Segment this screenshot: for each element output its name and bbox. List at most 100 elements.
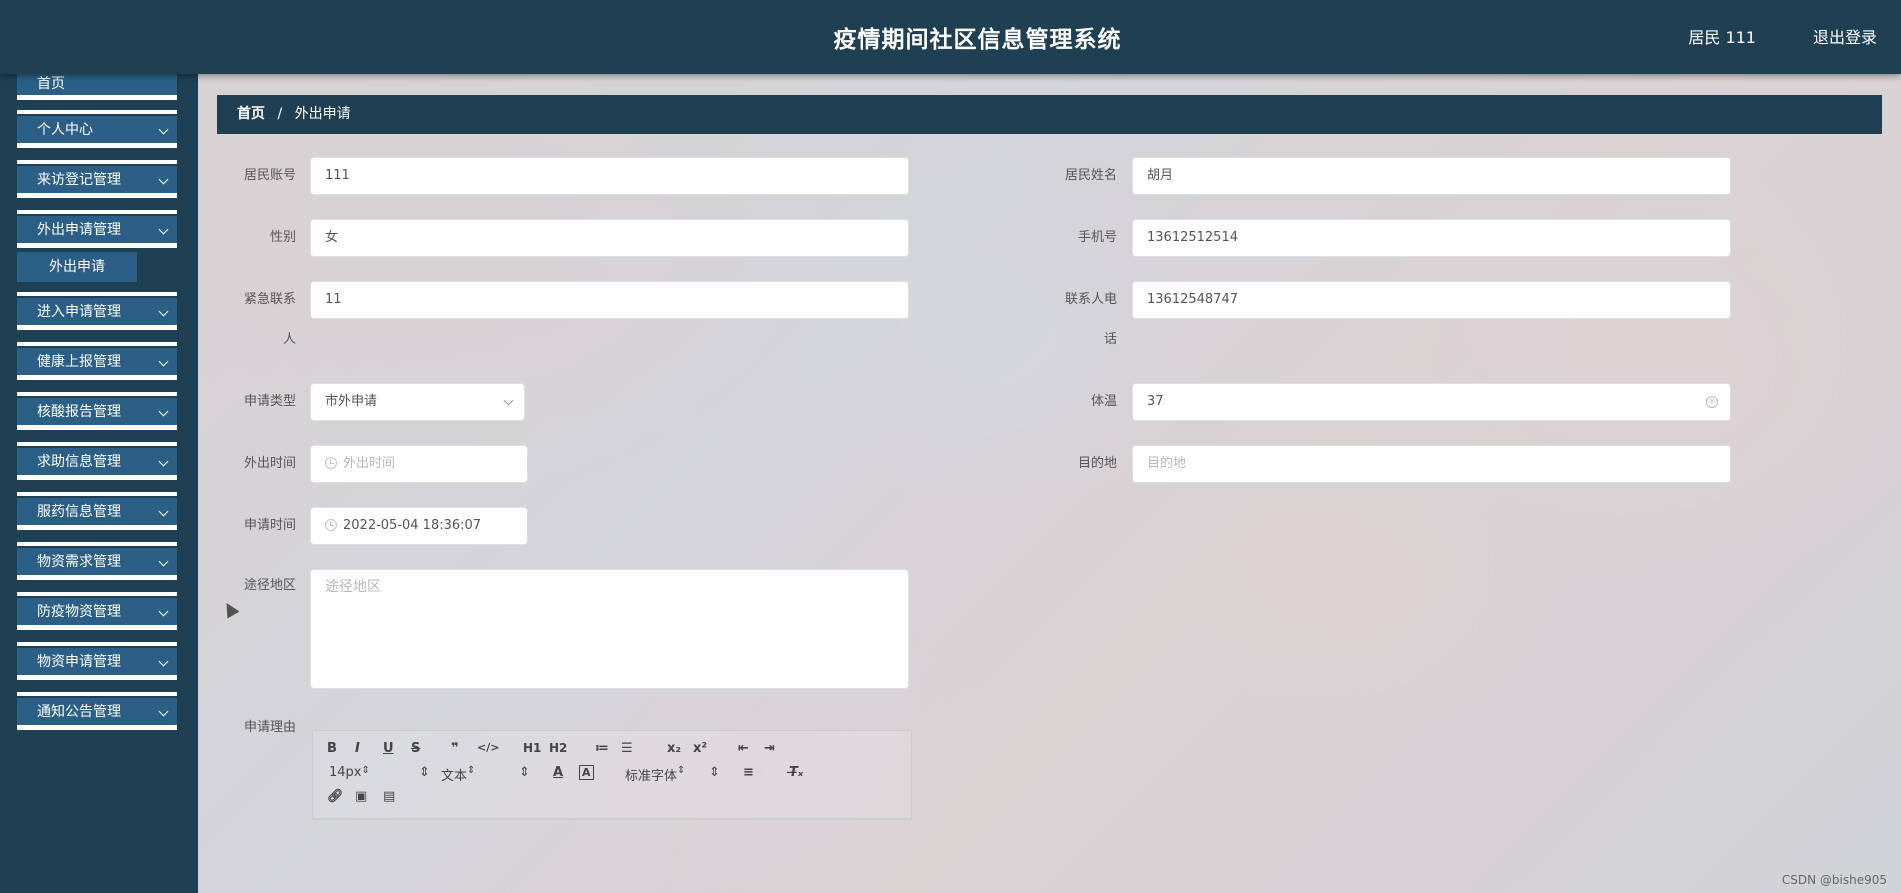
- font-size-select[interactable]: 14px ⇕: [329, 765, 430, 780]
- chevron-down-icon: [158, 506, 169, 517]
- logout-button[interactable]: 退出登录: [1813, 24, 1877, 48]
- sidebar-item-epidemic-supply[interactable]: 防疫物资管理: [17, 592, 177, 630]
- contact-phone-field[interactable]: 13612548747: [1132, 281, 1731, 319]
- code-block-button[interactable]: </>: [477, 741, 499, 754]
- clear-format-icon[interactable]: T̶ₓ: [789, 765, 803, 780]
- sidebar-item-supply-demand[interactable]: 物资需求管理: [17, 542, 177, 580]
- subscript-button[interactable]: x₂: [667, 741, 681, 756]
- contact-phone-label: 联系人电: [1064, 292, 1117, 307]
- sidebar-item-entry[interactable]: 进入申请管理: [17, 292, 177, 330]
- sidebar-item-medicine[interactable]: 服药信息管理: [17, 492, 177, 530]
- temperature-label: 体温: [1090, 394, 1117, 409]
- name-field[interactable]: 胡月: [1132, 157, 1731, 195]
- image-icon[interactable]: ▣: [355, 789, 367, 804]
- sidebar-item-help[interactable]: 求助信息管理: [17, 442, 177, 480]
- editor-toolbar: B I U S ❞ </> H1 H2 ≔ ☰ x₂ x² ⇤ ⇥ 14px ⇕ …: [313, 731, 911, 820]
- sidebar-item-label: 求助信息管理: [37, 454, 121, 470]
- gender-field[interactable]: 女: [310, 219, 909, 257]
- header2-button[interactable]: H2: [549, 741, 567, 755]
- blockquote-button[interactable]: ❞: [451, 741, 459, 756]
- temperature-value: 37: [1147, 394, 1164, 409]
- reason-editor[interactable]: B I U S ❞ </> H1 H2 ≔ ☰ x₂ x² ⇤ ⇥ 14px ⇕ …: [312, 730, 912, 820]
- chevron-down-icon: [503, 395, 514, 406]
- clock-icon: [325, 457, 337, 469]
- font-family-select[interactable]: 标准字体 ⇕: [625, 765, 720, 784]
- name-label: 居民姓名: [1064, 168, 1117, 183]
- font-size-value: 14px: [329, 765, 362, 780]
- breadcrumb: 首页 / 外出申请: [217, 95, 1882, 134]
- sidebar-item-health[interactable]: 健康上报管理: [17, 342, 177, 380]
- gender-label: 性别: [269, 230, 296, 245]
- chevron-down-icon: [158, 174, 169, 185]
- sidebar: 首页 个人中心 来访登记管理 外出申请管理 外出申请 进入申请管理 健康上报管理…: [0, 74, 198, 893]
- sidebar-item-label: 首页: [37, 76, 65, 92]
- sidebar-item-nucleic[interactable]: 核酸报告管理: [17, 392, 177, 430]
- phone-field[interactable]: 13612512514: [1132, 219, 1731, 257]
- align-icon[interactable]: ≡: [743, 765, 754, 780]
- destination-field[interactable]: 目的地: [1132, 445, 1731, 483]
- sidebar-item-visit[interactable]: 来访登记管理: [17, 160, 177, 198]
- sidebar-item-label: 外出申请管理: [37, 222, 121, 238]
- watermark: CSDN @bishe905: [1781, 873, 1887, 887]
- sidebar-item-profile[interactable]: 个人中心: [17, 110, 177, 148]
- indent-button[interactable]: ⇥: [764, 741, 775, 756]
- chevron-down-icon: [158, 556, 169, 567]
- chevron-down-icon: [158, 356, 169, 367]
- font-family-value: 标准字体: [625, 769, 678, 784]
- chevron-down-icon: [158, 224, 169, 235]
- clock-icon: [325, 519, 337, 531]
- out-time-placeholder: 外出时间: [343, 456, 396, 471]
- current-user[interactable]: 居民 111: [1688, 24, 1756, 48]
- select-arrows-icon: ⇕: [709, 765, 720, 780]
- link-icon[interactable]: 🔗︎: [327, 789, 344, 804]
- clear-icon[interactable]: ×: [1706, 396, 1718, 408]
- sidebar-item-label: 来访登记管理: [37, 172, 121, 188]
- apply-type-value: 市外申请: [325, 394, 378, 409]
- text-style-select[interactable]: 文本 ⇕: [441, 765, 530, 784]
- strike-button[interactable]: S: [411, 741, 420, 756]
- apply-type-select[interactable]: 市外申请: [310, 383, 525, 421]
- header1-button[interactable]: H1: [523, 741, 541, 755]
- chevron-down-icon: [158, 656, 169, 667]
- route-label: 途径地区: [243, 578, 296, 593]
- chevron-down-icon: [158, 706, 169, 717]
- select-arrows-icon: ⇕: [519, 765, 530, 780]
- breadcrumb-current: 外出申请: [294, 106, 351, 122]
- sidebar-item-label: 健康上报管理: [37, 354, 121, 370]
- emergency-contact-field[interactable]: 11: [310, 281, 909, 319]
- account-field[interactable]: 111: [310, 157, 909, 195]
- sidebar-item-supply-apply[interactable]: 物资申请管理: [17, 642, 177, 680]
- background-color-icon[interactable]: A: [579, 765, 594, 780]
- outdent-button[interactable]: ⇤: [738, 741, 749, 756]
- superscript-button[interactable]: x²: [693, 741, 707, 756]
- sidebar-item-label: 物资申请管理: [37, 654, 121, 670]
- breadcrumb-home[interactable]: 首页: [237, 106, 265, 122]
- bullet-list-button[interactable]: ☰: [621, 741, 633, 756]
- apply-time-picker[interactable]: 2022-05-04 18:36:07: [310, 507, 528, 545]
- sidebar-item-outing[interactable]: 外出申请管理: [17, 210, 177, 248]
- apply-type-label: 申请类型: [243, 394, 296, 409]
- account-label: 居民账号: [243, 168, 296, 183]
- temperature-field[interactable]: 37 ×: [1132, 383, 1731, 421]
- out-time-picker[interactable]: 外出时间: [310, 445, 528, 483]
- sidebar-item-home[interactable]: 首页: [17, 74, 177, 100]
- text-style-value: 文本: [441, 769, 468, 784]
- chevron-down-icon: [158, 456, 169, 467]
- ordered-list-button[interactable]: ≔: [595, 741, 609, 756]
- top-header: 疫情期间社区信息管理系统 居民 111 退出登录: [0, 0, 1901, 74]
- chevron-down-icon: [158, 306, 169, 317]
- font-color-icon[interactable]: A: [553, 765, 563, 780]
- sidebar-item-label: 核酸报告管理: [37, 404, 121, 420]
- sidebar-item-notice[interactable]: 通知公告管理: [17, 692, 177, 730]
- sidebar-subitem-outing-apply[interactable]: 外出申请: [17, 252, 137, 282]
- video-icon[interactable]: ▤: [383, 789, 395, 804]
- select-arrows-icon: ⇕: [419, 765, 430, 780]
- underline-button[interactable]: U: [383, 741, 394, 756]
- app-title: 疫情期间社区信息管理系统: [833, 27, 1122, 53]
- breadcrumb-separator: /: [277, 106, 283, 122]
- italic-button[interactable]: I: [355, 741, 360, 756]
- bold-button[interactable]: B: [327, 741, 337, 756]
- route-textarea[interactable]: 途径地区: [310, 569, 909, 689]
- sidebar-item-label: 通知公告管理: [37, 704, 121, 720]
- destination-label: 目的地: [1077, 456, 1117, 471]
